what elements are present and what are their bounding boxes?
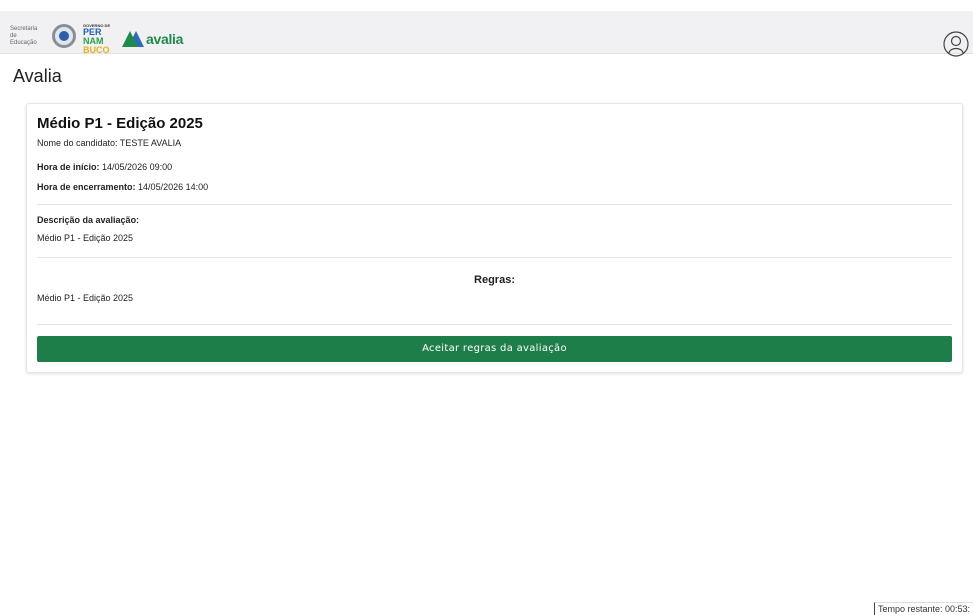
secretaria-logo-text: Secretaria de Educação [10,26,38,46]
avalia-logo-text: avalia [146,31,184,47]
app-header: Secretaria de Educação GOVERNO DE PER NA… [0,11,973,57]
start-time-line: Hora de início: 14/05/2026 09:00 [37,162,172,172]
rules-value: Médio P1 - Edição 2025 [37,293,134,303]
divider [37,257,952,258]
end-time-line: Hora de encerramento: 14/05/2026 14:00 [37,182,208,192]
pe-line-3: BUCO [83,45,110,55]
state-seal-icon [52,24,76,48]
candidate-label: Nome do candidato: [37,138,118,148]
page-title: Avalia [13,66,62,86]
pernambuco-logo: GOVERNO DE PER NAM BUCO [83,23,117,55]
end-time-value: 14/05/2026 14:00 [138,182,209,192]
user-profile-icon[interactable] [943,31,969,57]
divider [37,324,952,325]
accept-rules-button[interactable]: Aceitar regras da avaliação [37,336,952,362]
candidate-value: TESTE AVALIA [119,138,182,148]
candidate-line: Nome do candidato: TESTE AVALIA [37,138,181,148]
top-strip [0,0,973,11]
end-time-label: Hora de encerramento: [37,182,136,192]
exam-card: Médio P1 - Edição 2025 Nome do candidato… [26,103,963,373]
divider [37,204,952,205]
rules-title: Regras: [474,274,515,286]
start-time-value: 14/05/2026 09:00 [102,162,173,172]
exam-title: Médio P1 - Edição 2025 [37,115,203,132]
description-label: Descrição da avaliação: [37,215,140,225]
start-time-label: Hora de início: [37,162,100,172]
description-value: Médio P1 - Edição 2025 [37,233,134,243]
time-remaining: Tempo restante: 00:53: [874,602,973,615]
